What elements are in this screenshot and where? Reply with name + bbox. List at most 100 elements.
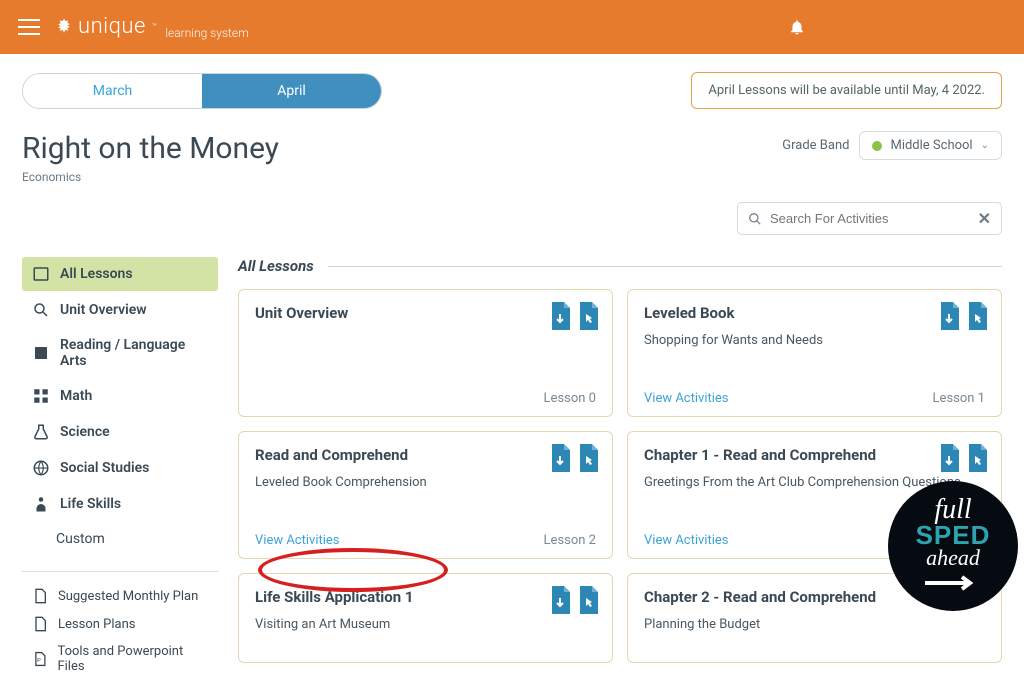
grade-dot-icon bbox=[872, 141, 882, 151]
gradeband-group: Grade Band Middle School ⌄ bbox=[782, 131, 1002, 160]
interactive-icon[interactable] bbox=[576, 586, 600, 614]
view-activities-link[interactable]: View Activities bbox=[255, 533, 340, 548]
squares-icon bbox=[32, 387, 50, 405]
card-desc: Greetings From the Art Club Comprehensio… bbox=[644, 474, 985, 492]
sidebar-item-social-studies[interactable]: Social Studies bbox=[22, 451, 218, 485]
section-header: All Lessons bbox=[238, 257, 1002, 275]
ppt-icon: P bbox=[32, 651, 47, 667]
flask-icon bbox=[32, 423, 50, 441]
globe-icon bbox=[32, 459, 50, 477]
brand-main-text: unique bbox=[78, 14, 146, 39]
bell-icon[interactable] bbox=[788, 18, 806, 36]
card-title: Chapter 1 - Read and Comprehend bbox=[644, 446, 985, 464]
card-desc: Visiting an Art Museum bbox=[255, 616, 596, 634]
section-divider bbox=[328, 266, 1002, 267]
snowflake-icon bbox=[54, 17, 74, 37]
month-tab-april[interactable]: April bbox=[202, 74, 381, 108]
doc-label: Tools and Powerpoint Files bbox=[57, 644, 208, 674]
doc-label: Suggested Monthly Plan bbox=[58, 589, 198, 604]
sidebar-divider bbox=[22, 571, 218, 572]
sidebar-item-math[interactable]: Math bbox=[22, 379, 218, 413]
interactive-icon[interactable] bbox=[576, 444, 600, 472]
card-desc: Planning the Budget bbox=[644, 616, 985, 634]
pdf-download-icon[interactable] bbox=[937, 302, 961, 330]
availability-notice: April Lessons will be available until Ma… bbox=[691, 72, 1002, 109]
hamburger-menu-icon[interactable] bbox=[18, 19, 40, 35]
sidebar-item-science[interactable]: Science bbox=[22, 415, 218, 449]
lesson-card[interactable]: Chapter 2 - Read and Comprehend Planning… bbox=[627, 573, 1002, 663]
pdf-download-icon[interactable] bbox=[548, 302, 572, 330]
interactive-icon[interactable] bbox=[965, 444, 989, 472]
sidebar-label: Unit Overview bbox=[60, 302, 147, 318]
pdf-download-icon[interactable] bbox=[548, 444, 572, 472]
card-desc: Leveled Book Comprehension bbox=[255, 474, 596, 492]
card-title: Unit Overview bbox=[255, 304, 596, 322]
sidebar-doc-lesson-plans[interactable]: Lesson Plans bbox=[22, 610, 218, 638]
sidebar-label: Reading / Language Arts bbox=[60, 337, 208, 369]
search-icon bbox=[748, 212, 762, 226]
svg-text:P: P bbox=[37, 658, 41, 664]
doc-label: Lesson Plans bbox=[58, 617, 135, 632]
interactive-icon[interactable] bbox=[965, 302, 989, 330]
view-activities-link[interactable]: View Activities bbox=[644, 533, 729, 548]
sidebar-item-custom[interactable]: Custom bbox=[22, 523, 218, 555]
card-title: Read and Comprehend bbox=[255, 446, 596, 464]
sidebar-label: Math bbox=[60, 388, 92, 404]
card-doc-icons bbox=[548, 302, 600, 330]
brand-sub-text: learning system bbox=[165, 26, 248, 40]
sidebar-item-life-skills[interactable]: Life Skills bbox=[22, 487, 218, 521]
pdf-download-icon[interactable] bbox=[937, 444, 961, 472]
sidebar-label: Life Skills bbox=[60, 496, 121, 512]
card-title: Life Skills Application 1 bbox=[255, 588, 596, 606]
lesson-card[interactable]: Chapter 1 - Read and Comprehend Greeting… bbox=[627, 431, 1002, 559]
title-row: Right on the Money Economics Grade Band … bbox=[22, 131, 1002, 184]
sidebar-label: Social Studies bbox=[60, 460, 149, 476]
card-title: Leveled Book bbox=[644, 304, 985, 322]
cards-grid: Unit Overview Lesson 0 Leveled Book Shop… bbox=[238, 289, 1002, 663]
person-icon bbox=[32, 495, 50, 513]
sidebar-label: Custom bbox=[56, 531, 105, 547]
card-doc-icons bbox=[937, 444, 989, 472]
card-desc: Shopping for Wants and Needs bbox=[644, 332, 985, 350]
search-input[interactable] bbox=[770, 211, 970, 226]
lesson-card[interactable]: Leveled Book Shopping for Wants and Need… bbox=[627, 289, 1002, 417]
search-clear-icon[interactable]: ✕ bbox=[978, 209, 991, 228]
gradeband-dropdown[interactable]: Middle School ⌄ bbox=[859, 131, 1002, 160]
pdf-icon bbox=[32, 588, 48, 604]
sidebar-item-unit-overview[interactable]: Unit Overview bbox=[22, 293, 218, 327]
section-title: All Lessons bbox=[238, 257, 314, 275]
grid-icon bbox=[32, 265, 50, 283]
chevron-down-icon: ⌄ bbox=[981, 140, 989, 151]
sidebar-item-reading[interactable]: Reading / Language Arts bbox=[22, 329, 218, 377]
pdf-download-icon[interactable] bbox=[548, 586, 572, 614]
lesson-number: Lesson 1 bbox=[933, 391, 985, 406]
lesson-number: Lesson 2 bbox=[544, 533, 596, 548]
card-title: Chapter 2 - Read and Comprehend bbox=[644, 588, 985, 606]
view-activities-link[interactable]: View Activities bbox=[644, 391, 729, 406]
search-row: ✕ bbox=[22, 202, 1002, 235]
lesson-card[interactable]: Read and Comprehend Leveled Book Compreh… bbox=[238, 431, 613, 559]
page-title: Right on the Money bbox=[22, 131, 279, 166]
sidebar-label: All Lessons bbox=[60, 266, 133, 282]
brand: unique™ learning system bbox=[54, 14, 249, 40]
lesson-card[interactable]: Life Skills Application 1 Visiting an Ar… bbox=[238, 573, 613, 663]
card-doc-icons bbox=[937, 302, 989, 330]
card-doc-icons bbox=[548, 444, 600, 472]
gradeband-label: Grade Band bbox=[782, 138, 849, 153]
pdf-icon bbox=[32, 616, 48, 632]
card-doc-icons bbox=[548, 586, 600, 614]
lesson-card[interactable]: Unit Overview Lesson 0 bbox=[238, 289, 613, 417]
month-tab-march[interactable]: March bbox=[23, 74, 202, 108]
top-row: March April April Lessons will be availa… bbox=[22, 72, 1002, 109]
interactive-icon[interactable] bbox=[576, 302, 600, 330]
sidebar-label: Science bbox=[60, 424, 110, 440]
gradeband-value: Middle School bbox=[890, 138, 972, 153]
sidebar-item-all-lessons[interactable]: All Lessons bbox=[22, 257, 218, 291]
search-box[interactable]: ✕ bbox=[737, 202, 1002, 235]
sidebar-doc-monthly-plan[interactable]: Suggested Monthly Plan bbox=[22, 582, 218, 610]
sidebar-doc-tools-ppt[interactable]: P Tools and Powerpoint Files bbox=[22, 638, 218, 680]
page-subtitle: Economics bbox=[22, 170, 279, 184]
book-icon bbox=[32, 344, 50, 362]
brand-logo: unique™ bbox=[54, 14, 157, 39]
topbar: unique™ learning system bbox=[0, 0, 1024, 54]
